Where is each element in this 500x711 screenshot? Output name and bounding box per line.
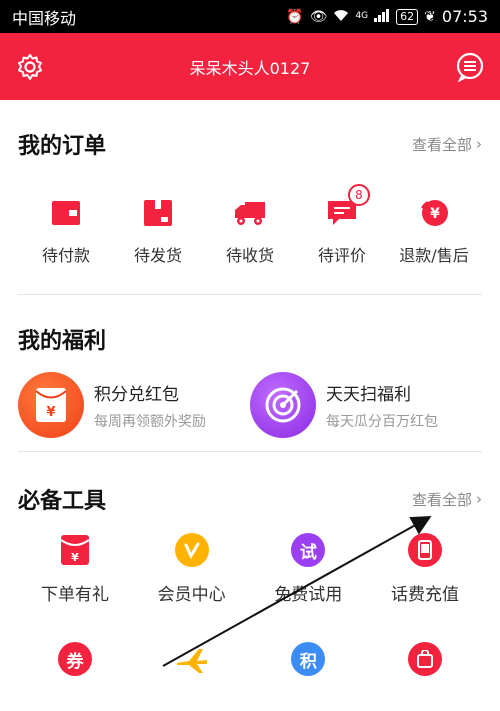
tool-item-label: 免费试用 [274,585,343,605]
view-all-label: 查看全部 [411,490,472,509]
tools-row: ¥ 下单有礼 会员中心 试 免费试用 话费充值 [18,532,482,642]
airplane-icon [174,642,210,678]
red-envelope-icon: ¥ [18,372,84,438]
gear-icon[interactable] [14,51,46,83]
svg-text:¥: ¥ [46,405,55,420]
order-pending-review[interactable]: 8 待评价 [298,184,386,294]
username-title: 呆呆木头人0127 [189,58,311,78]
welfare-item-subtitle: 每天瓜分百万红包 [326,413,438,430]
welfare-daily-scan[interactable]: 天天扫福利 每天瓜分百万红包 [250,365,482,445]
vip-icon [174,532,210,568]
order-status-row: 待付款 待发货 待收货 8 待评价 ¥ 退款/售后 [18,184,482,294]
phone-circle [407,533,442,567]
wallet-icon [49,196,83,230]
tool-item-label: 话费充值 [390,585,459,605]
tool-item-label: 会员中心 [157,585,226,605]
order-item-label: 待发货 [133,246,182,265]
tools-row-2: 券 积 [18,642,482,692]
tool-points[interactable]: 积 [253,642,363,692]
svg-text:¥: ¥ [71,551,79,564]
orders-header: 我的订单 查看全部 › [18,100,482,188]
order-refund[interactable]: ¥ 退款/售后 [390,188,478,294]
view-all-label: 查看全部 [411,135,472,154]
tool-phone-recharge[interactable]: 话费充值 [370,532,480,642]
leaf-icon: ❦ [424,8,436,25]
header-bar: 呆呆木头人0127 [0,33,500,100]
signal-icon [374,8,390,25]
tool-item-label: 下单有礼 [41,585,109,605]
tools-header: 必备工具 查看全部 › [18,452,482,532]
alarm-icon: ⏰ [286,8,304,25]
tools-title: 必备工具 [18,489,107,514]
clock: 07:53 [441,7,488,26]
status-icons: ⏰ 👁 4G 62 ❦ 07:53 [286,7,488,26]
message-icon[interactable] [454,51,486,83]
gift-envelope-icon: ¥ [57,532,93,568]
points-icon: 积 [291,642,326,676]
orders-view-all-link[interactable]: 查看全部 › [412,134,482,155]
welfare-row: ¥ 积分兑红包 每周再领额外奖励 天天扫福利 每天瓜分百万红包 [18,365,482,445]
eye-icon: 👁 [309,8,328,25]
welfare-item-title: 积分兑红包 [94,384,179,405]
truck-icon [233,196,267,230]
tool-member-center[interactable]: 会员中心 [137,532,247,642]
coupon-icon: 券 [58,642,92,676]
trial-icon: 试 [290,532,326,568]
page: 中国移动 ⏰ 👁 4G 62 ❦ 07:53 呆呆木头人0127 我的订单 查看… [0,0,500,711]
order-pending-payment[interactable]: 待付款 [22,188,110,294]
tool-coupon[interactable]: 券 [20,642,130,692]
orders-section: 我的订单 查看全部 › 待付款 待发货 待收货 8 待评价 ¥ 退款/售后 [0,100,500,294]
review-count-badge: 8 [348,184,370,206]
package-icon [141,196,175,230]
order-pending-shipment[interactable]: 待发货 [114,188,202,294]
tool-flight[interactable] [137,642,247,692]
phone-icon [407,532,443,568]
network-label: 4G [355,11,369,21]
wifi-icon [333,9,349,25]
order-item-label: 待评价 [317,246,366,265]
chevron-right-icon: › [476,490,482,508]
order-item-label: 待收货 [225,246,274,265]
order-item-label: 退款/售后 [399,246,469,265]
welfare-title: 我的福利 [18,329,107,354]
welfare-item-subtitle: 每周再领额外奖励 [94,413,206,430]
chevron-right-icon: › [476,135,482,153]
welfare-item-title: 天天扫福利 [326,384,411,405]
tool-order-gift[interactable]: ¥ 下单有礼 [20,532,130,642]
shopping-bag-icon [407,642,442,676]
orders-title: 我的订单 [18,134,107,159]
refund-icon: ¥ [417,196,451,230]
vip-badge-shape [174,533,209,567]
tools-section: 必备工具 查看全部 › ¥ 下单有礼 会员中心 试 免费试用 话费充值 券 积 [0,452,500,692]
trial-glyph: 试 [291,533,326,567]
svg-text:¥: ¥ [430,206,440,222]
carrier-label: 中国移动 [12,8,77,28]
status-bar: 中国移动 ⏰ 👁 4G 62 ❦ 07:53 [0,0,500,33]
welfare-section: 我的福利 ¥ 积分兑红包 每周再领额外奖励 天天扫福利 每天瓜分百万红包 [0,295,500,445]
battery-level: 62 [396,8,419,25]
tools-view-all-link[interactable]: 查看全部 › [412,489,482,510]
order-item-label: 待付款 [41,246,90,265]
tool-shopping-bag[interactable] [370,642,480,692]
tool-free-trial[interactable]: 试 免费试用 [253,532,363,642]
radar-icon [250,372,316,438]
welfare-points-redpacket[interactable]: ¥ 积分兑红包 每周再领额外奖励 [18,365,250,445]
order-pending-receipt[interactable]: 待收货 [206,188,294,294]
